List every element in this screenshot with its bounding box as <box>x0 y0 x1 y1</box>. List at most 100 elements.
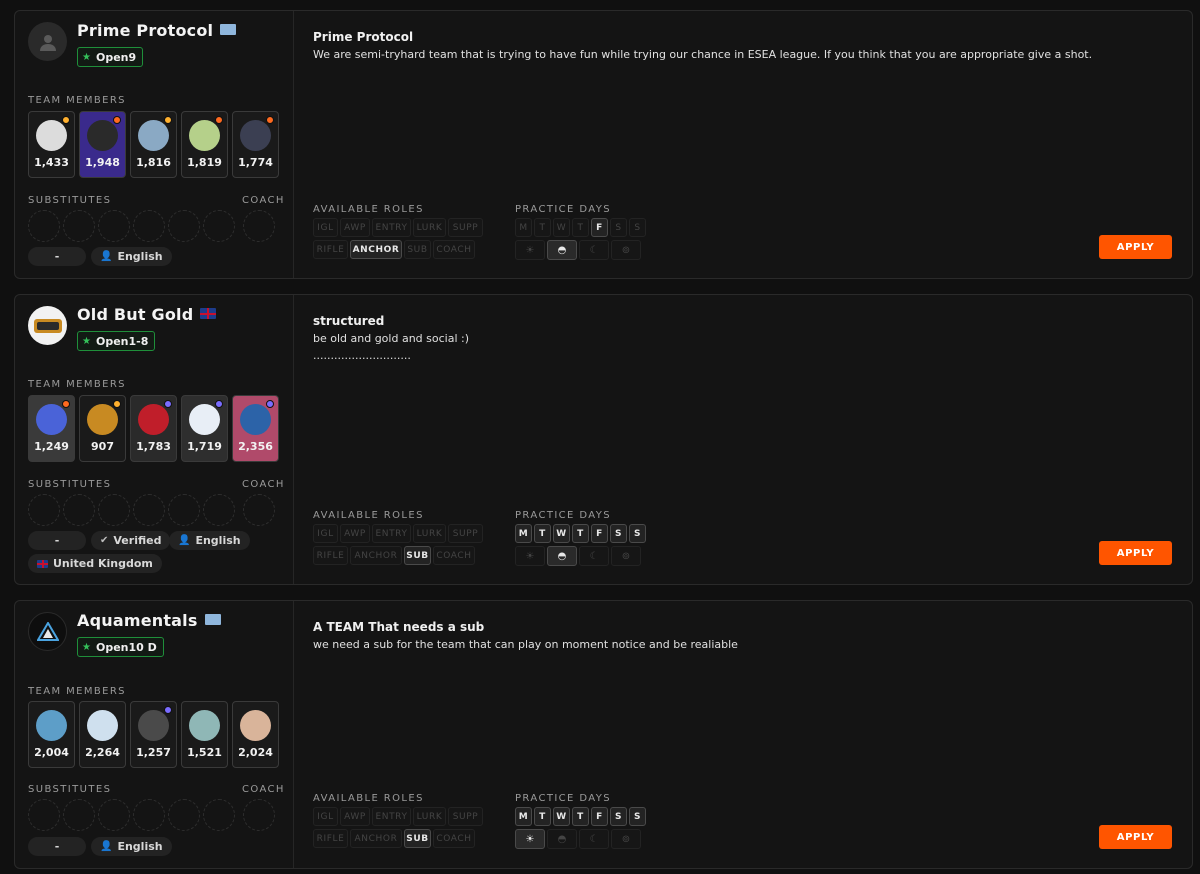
day-saturday: S <box>610 218 627 237</box>
world-flag-icon <box>204 614 221 625</box>
member-elo: 1,819 <box>187 156 222 169</box>
substitute-slot <box>98 210 130 242</box>
apply-button[interactable]: APPLY <box>1099 541 1172 565</box>
description-text: We are semi-tryhard team that is trying … <box>313 48 1093 61</box>
day-tuesday: T <box>534 807 551 826</box>
day-wednesday: W <box>553 524 570 543</box>
division-badge: ★ Open10 D <box>77 637 164 657</box>
world-flag-icon <box>220 24 237 35</box>
team-name[interactable]: Old But Gold <box>77 305 217 324</box>
member-avatar <box>87 404 118 435</box>
team-members-label: TEAM MEMBERS <box>28 379 126 390</box>
level-icon <box>62 400 70 408</box>
member-card[interactable]: 1,783 <box>130 395 177 462</box>
team-name-text[interactable]: Prime Protocol <box>77 21 213 40</box>
member-card[interactable]: 2,356 <box>232 395 279 462</box>
role-tag-rifle: RIFLE <box>313 829 348 848</box>
role-tag-entry: ENTRY <box>372 524 411 543</box>
role-tag-supp: SUPP <box>448 218 483 237</box>
substitute-slot <box>63 799 95 831</box>
owl-icon: ⊚ <box>611 546 641 566</box>
role-tag-rifle: RIFLE <box>313 546 348 565</box>
day-monday: M <box>515 218 532 237</box>
substitute-slot <box>203 799 235 831</box>
person-icon: 👤 <box>100 841 113 852</box>
level-icon <box>62 116 70 124</box>
half-sun-icon: ◓ <box>547 240 577 260</box>
day-friday: F <box>591 524 608 543</box>
substitute-slot <box>133 494 165 526</box>
level-icon <box>266 116 274 124</box>
team-name[interactable]: Aquamentals <box>77 611 221 630</box>
member-elo: 1,521 <box>187 746 222 759</box>
day-thursday: T <box>572 524 589 543</box>
moon-icon: ☾ <box>579 546 609 566</box>
member-card[interactable]: 1,249 <box>28 395 75 462</box>
day-thursday: T <box>572 807 589 826</box>
person-icon: 👤 <box>178 535 191 546</box>
member-avatar <box>138 710 169 741</box>
roles-grid: IGL AWP ENTRY LURK SUPP RIFLE ANCHOR SUB… <box>313 524 483 568</box>
day-wednesday: W <box>553 807 570 826</box>
member-card[interactable]: 1,521 <box>181 701 228 768</box>
member-card[interactable]: 1,433 <box>28 111 75 178</box>
role-tag-lurk: LURK <box>413 524 446 543</box>
member-card[interactable]: 2,264 <box>79 701 126 768</box>
day-friday: F <box>591 218 608 237</box>
level-icon <box>113 116 121 124</box>
language-label: English <box>117 840 163 853</box>
member-elo: 1,249 <box>34 440 69 453</box>
member-card[interactable]: 1,257 <box>130 701 177 768</box>
member-avatar <box>240 710 271 741</box>
member-card[interactable]: 2,024 <box>232 701 279 768</box>
substitutes-label: SUBSTITUTES <box>28 479 112 490</box>
owl-icon: ⊚ <box>611 240 641 260</box>
role-tag-awp: AWP <box>340 524 370 543</box>
member-card[interactable]: 1,819 <box>181 111 228 178</box>
day-tuesday: T <box>534 218 551 237</box>
country-pill: United Kingdom <box>28 554 162 573</box>
member-card[interactable]: 2,004 <box>28 701 75 768</box>
star-icon: ★ <box>82 641 91 653</box>
role-tag-supp: SUPP <box>448 524 483 543</box>
apply-button[interactable]: APPLY <box>1099 235 1172 259</box>
substitutes-label: SUBSTITUTES <box>28 784 112 795</box>
members-list: 1,249 907 1,783 1,719 2,356 <box>28 395 279 462</box>
practice-days-label: PRACTICE DAYS <box>515 510 612 521</box>
team-name[interactable]: Prime Protocol <box>77 21 237 40</box>
division-badge: ★ Open9 <box>77 47 144 67</box>
team-name-text[interactable]: Aquamentals <box>77 611 198 630</box>
substitute-slot <box>168 210 200 242</box>
member-avatar <box>189 120 220 151</box>
member-card[interactable]: 1,774 <box>232 111 279 178</box>
level-icon <box>215 400 223 408</box>
day-sunday: S <box>629 807 646 826</box>
description-title: structured <box>313 314 385 328</box>
sun-icon: ☀ <box>515 240 545 260</box>
division-badge: ★ Open1-8 <box>77 331 156 351</box>
team-name-text[interactable]: Old But Gold <box>77 305 193 324</box>
role-tag-anchor: ANCHOR <box>350 546 402 565</box>
day-tuesday: T <box>534 524 551 543</box>
day-friday: F <box>591 807 608 826</box>
team-members-label: TEAM MEMBERS <box>28 95 126 106</box>
apply-button[interactable]: APPLY <box>1099 825 1172 849</box>
member-avatar <box>36 120 67 151</box>
team-details: Prime Protocol We are semi-tryhard team … <box>294 11 1192 278</box>
practice-days-label: PRACTICE DAYS <box>515 793 612 804</box>
level-icon <box>164 116 172 124</box>
role-tag-coach: COACH <box>433 829 475 848</box>
member-card[interactable]: 1,719 <box>181 395 228 462</box>
member-card[interactable]: 1,816 <box>130 111 177 178</box>
substitute-slot <box>203 210 235 242</box>
level-icon <box>164 706 172 714</box>
role-tag-anchor: ANCHOR <box>350 829 402 848</box>
language-label: English <box>195 534 241 547</box>
member-card[interactable]: 1,948 <box>79 111 126 178</box>
day-saturday: S <box>610 807 627 826</box>
roles-grid: IGL AWP ENTRY LURK SUPP RIFLE ANCHOR SUB… <box>313 218 483 262</box>
member-elo: 2,264 <box>85 746 120 759</box>
member-card[interactable]: 907 <box>79 395 126 462</box>
info-dash: - <box>54 250 60 263</box>
division-label: Open10 D <box>95 640 157 654</box>
